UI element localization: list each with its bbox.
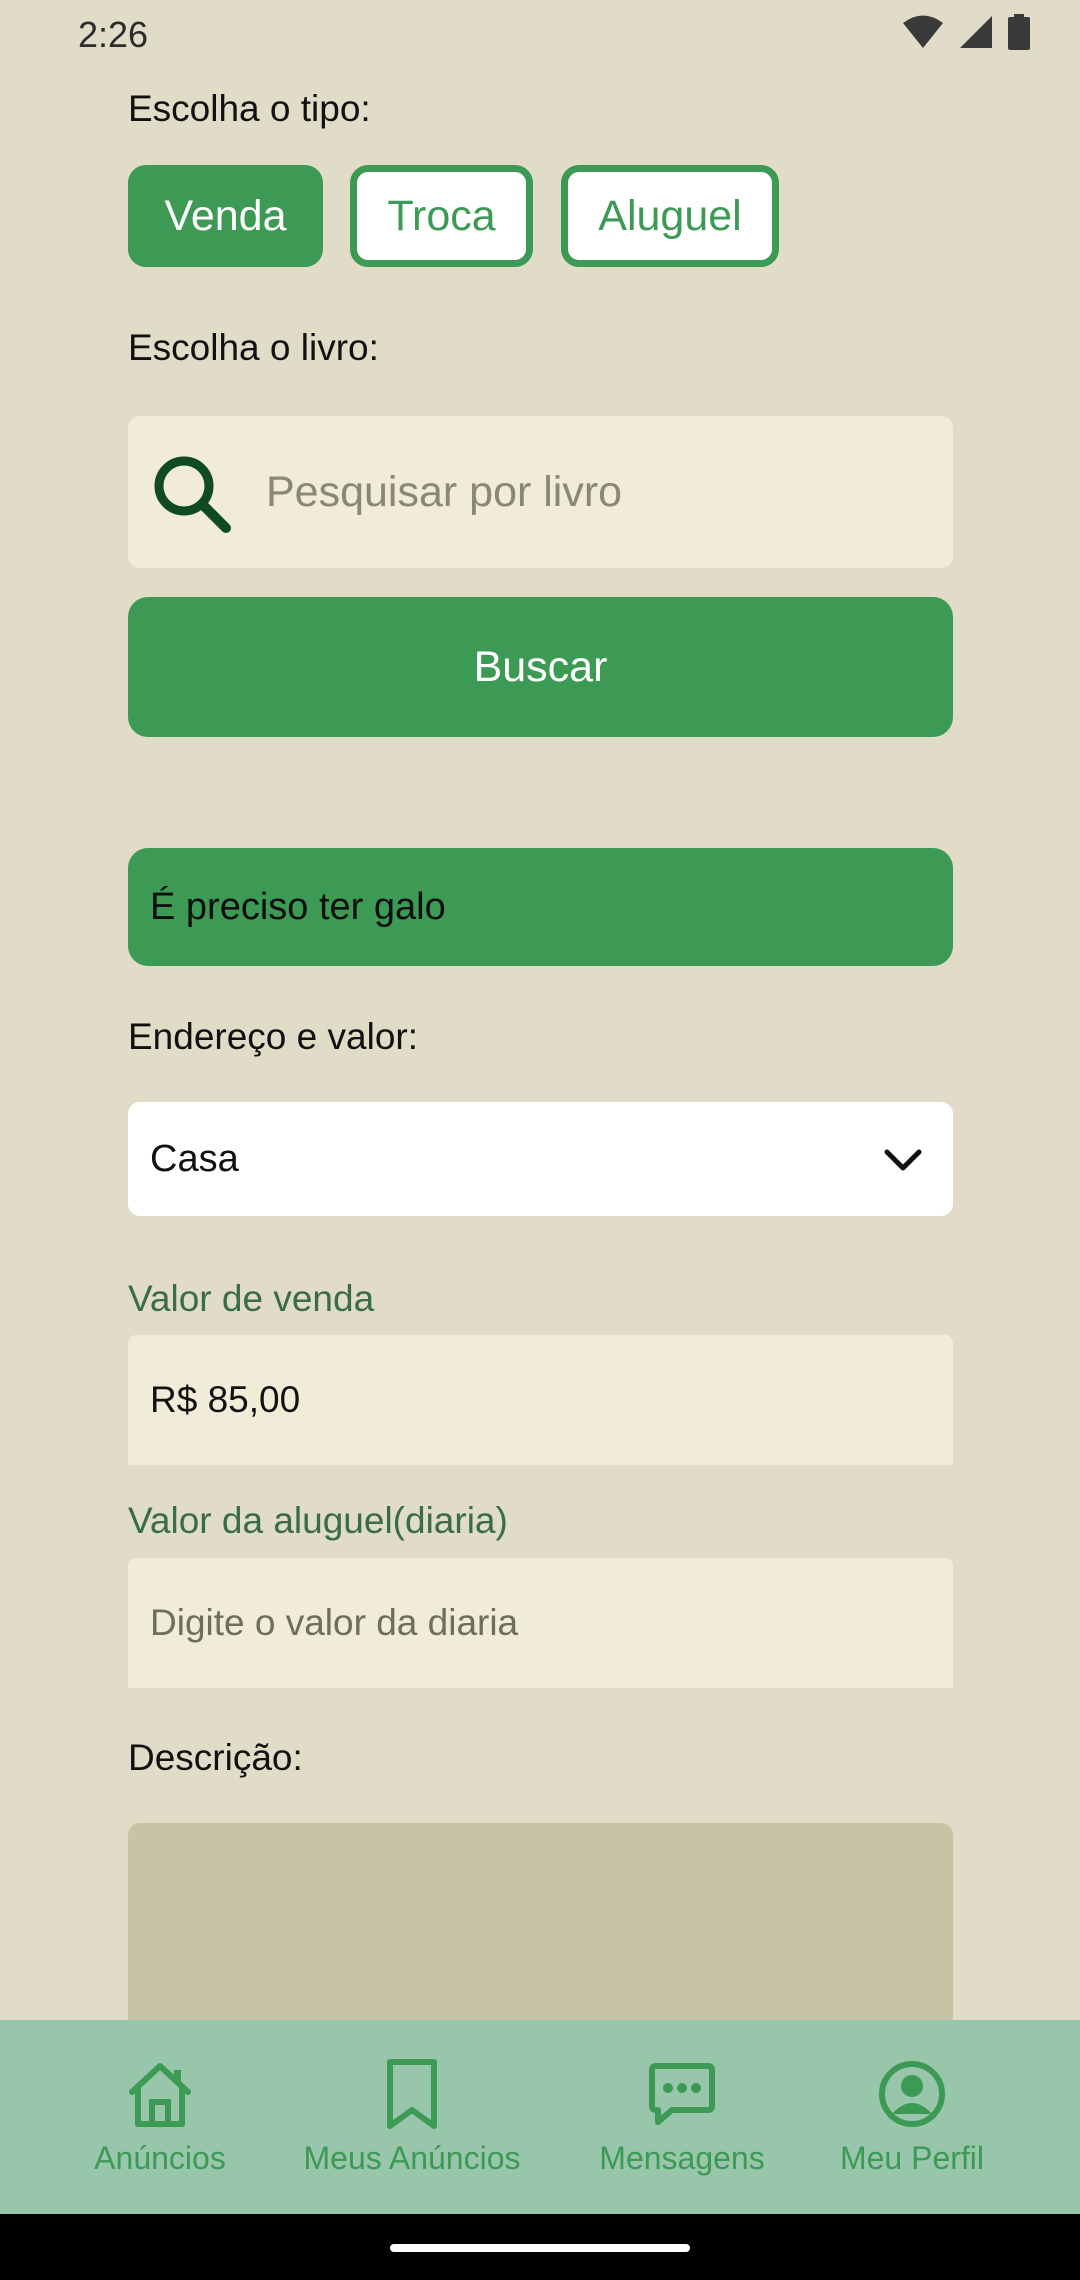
- description-label: Descrição:: [128, 1737, 303, 1778]
- home-gesture-handle[interactable]: [390, 2244, 690, 2252]
- nav-item-anuncios[interactable]: Anúncios: [50, 2020, 270, 2214]
- nav-item-meus-anuncios[interactable]: Meus Anúncios: [282, 2020, 542, 2214]
- sale-value-field[interactable]: [128, 1335, 953, 1465]
- selected-book-item[interactable]: É preciso ter galo: [128, 848, 953, 966]
- chat-icon: [649, 2063, 715, 2125]
- account-circle-icon: [879, 2061, 945, 2127]
- nav-label: Mensagens: [599, 2140, 765, 2176]
- wifi-icon: [903, 15, 943, 48]
- rent-value-input[interactable]: [128, 1558, 953, 1688]
- status-icons: [902, 14, 1030, 50]
- book-label: Escolha o livro:: [128, 327, 379, 368]
- battery-icon: [1008, 14, 1030, 50]
- type-chip-label: Troca: [387, 191, 496, 240]
- address-label: Endereço e valor:: [128, 1016, 419, 1057]
- sale-value-input[interactable]: [128, 1335, 953, 1465]
- rent-value-label: Valor da aluguel(diaria): [128, 1500, 508, 1541]
- type-chip-troca[interactable]: Troca: [350, 165, 533, 267]
- nav-label: Anúncios: [94, 2140, 226, 2176]
- home-icon: [129, 2063, 191, 2127]
- search-icon: [154, 456, 231, 533]
- nav-label: Meus Anúncios: [303, 2140, 521, 2176]
- bottom-navigation: Anúncios Meus Anúncios Mensagens Meu Per…: [0, 2020, 1080, 2214]
- type-chip-venda[interactable]: Venda: [128, 165, 323, 267]
- book-search-box[interactable]: [128, 416, 953, 568]
- nav-label: Meu Perfil: [839, 2140, 985, 2176]
- signal-icon: [960, 16, 992, 48]
- address-select-value: Casa: [150, 1137, 239, 1180]
- system-gesture-bar: [0, 2214, 1080, 2280]
- screen: 2:26 Escolha o tipo: Venda Troca Aluguel…: [0, 0, 1080, 2280]
- bookmark-icon: [387, 2059, 437, 2129]
- book-search-input[interactable]: [266, 416, 926, 568]
- search-button[interactable]: Buscar: [128, 597, 953, 737]
- rent-value-field[interactable]: [128, 1558, 953, 1688]
- selected-book-title: É preciso ter galo: [150, 885, 446, 928]
- type-chip-label: Aluguel: [598, 191, 742, 240]
- nav-item-mensagens[interactable]: Mensagens: [572, 2020, 792, 2214]
- type-chip-label: Venda: [164, 191, 287, 240]
- chevron-down-icon: [884, 1149, 922, 1171]
- type-label: Escolha o tipo:: [128, 88, 371, 129]
- status-bar: 2:26: [0, 0, 1080, 70]
- nav-item-meu-perfil[interactable]: Meu Perfil: [802, 2020, 1022, 2214]
- sale-value-label: Valor de venda: [128, 1278, 375, 1319]
- type-chip-aluguel[interactable]: Aluguel: [561, 165, 779, 267]
- address-select[interactable]: Casa: [128, 1102, 953, 1216]
- search-button-label: Buscar: [473, 642, 608, 691]
- status-time: 2:26: [78, 14, 149, 55]
